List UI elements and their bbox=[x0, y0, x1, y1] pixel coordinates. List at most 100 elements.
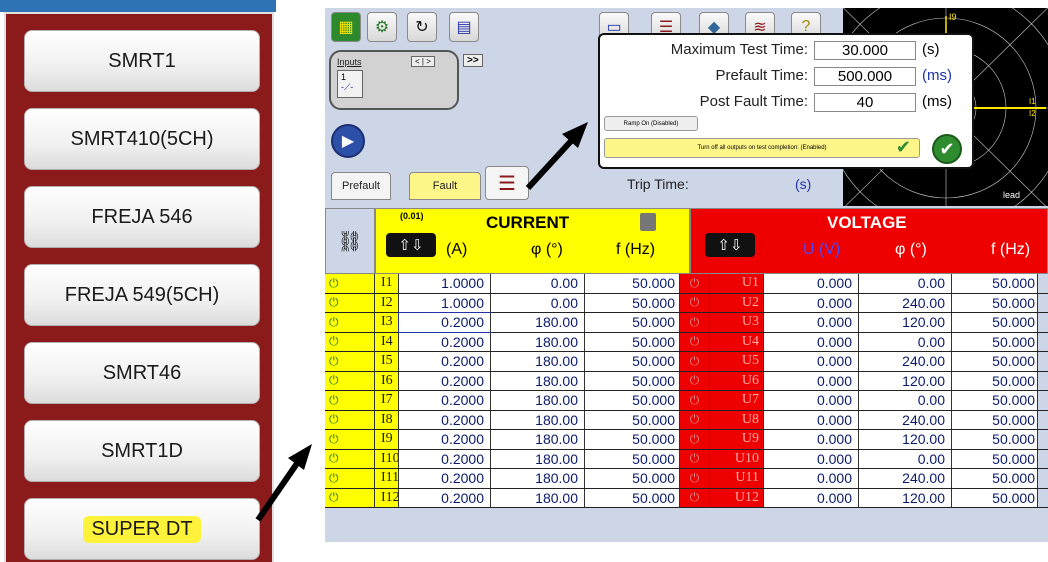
current-phase-cell[interactable]: 0.00 bbox=[491, 293, 585, 312]
current-frequency-cell[interactable]: 50.000 bbox=[585, 371, 680, 390]
post-fault-time-field[interactable]: 40 bbox=[814, 93, 916, 112]
current-frequency-cell[interactable]: 50.000 bbox=[585, 391, 680, 410]
current-amplitude-cell[interactable]: 0.2000 bbox=[399, 449, 491, 468]
voltage-phase-cell[interactable]: 120.00 bbox=[859, 313, 952, 332]
current-frequency-cell[interactable]: 50.000 bbox=[585, 488, 680, 507]
current-amplitude-cell[interactable]: 0.2000 bbox=[399, 410, 491, 429]
play-button[interactable]: ▶ bbox=[331, 124, 365, 158]
voltage-amplitude-cell[interactable]: 0.000 bbox=[764, 274, 859, 293]
sequence-list-button[interactable]: ☰ bbox=[485, 166, 529, 200]
current-phase-cell[interactable]: 0.00 bbox=[491, 274, 585, 293]
current-power-icon[interactable]: ⏻ bbox=[325, 488, 375, 507]
current-amplitude-cell[interactable]: 1.0000 bbox=[399, 274, 491, 293]
voltage-phase-cell[interactable]: 240.00 bbox=[859, 293, 952, 312]
report-table-icon[interactable]: ▤ bbox=[449, 12, 479, 42]
current-amplitude-cell[interactable]: 0.2000 bbox=[399, 469, 491, 488]
voltage-power-icon[interactable]: ⏻ bbox=[680, 449, 710, 468]
voltage-power-icon[interactable]: ⏻ bbox=[680, 430, 710, 449]
current-power-icon[interactable]: ⏻ bbox=[325, 293, 375, 312]
voltage-amplitude-cell[interactable]: 0.000 bbox=[764, 332, 859, 351]
current-amplitude-cell[interactable]: 0.2000 bbox=[398, 312, 492, 333]
voltage-power-icon[interactable]: ⏻ bbox=[680, 488, 710, 507]
device-button-smrt1[interactable]: SMRT1 bbox=[24, 30, 260, 92]
network-icon[interactable]: ▦ bbox=[331, 12, 361, 42]
current-frequency-cell[interactable]: 50.000 bbox=[585, 352, 680, 371]
voltage-power-icon[interactable]: ⏻ bbox=[680, 371, 710, 390]
voltage-phase-cell[interactable]: 240.00 bbox=[859, 352, 952, 371]
prefault-time-field[interactable]: 500.000 bbox=[814, 67, 916, 86]
current-power-icon[interactable]: ⏻ bbox=[325, 469, 375, 488]
current-power-icon[interactable]: ⏻ bbox=[325, 371, 375, 390]
current-phase-cell[interactable]: 180.00 bbox=[491, 469, 585, 488]
voltage-phase-cell[interactable]: 0.00 bbox=[859, 274, 952, 293]
voltage-power-icon[interactable]: ⏻ bbox=[680, 352, 710, 371]
device-button-smrt1d[interactable]: SMRT1D bbox=[24, 420, 260, 482]
voltage-frequency-cell[interactable]: 50.000 bbox=[952, 430, 1038, 449]
voltage-frequency-cell[interactable]: 50.000 bbox=[952, 274, 1038, 293]
voltage-amplitude-cell[interactable]: 0.000 bbox=[764, 469, 859, 488]
current-frequency-cell[interactable]: 50.000 bbox=[585, 430, 680, 449]
current-phase-cell[interactable]: 180.00 bbox=[491, 352, 585, 371]
current-amplitude-cell[interactable]: 0.2000 bbox=[399, 488, 491, 507]
current-phase-cell[interactable]: 180.00 bbox=[491, 313, 585, 332]
voltage-power-icon[interactable]: ⏻ bbox=[680, 410, 710, 429]
link-channels-icon[interactable]: ⛓ bbox=[325, 208, 375, 274]
voltage-frequency-cell[interactable]: 50.000 bbox=[952, 313, 1038, 332]
device-button-super-dt[interactable]: SUPER DT bbox=[24, 498, 260, 560]
voltage-phase-cell[interactable]: 0.00 bbox=[859, 391, 952, 410]
current-frequency-cell[interactable]: 50.000 bbox=[585, 274, 680, 293]
voltage-phase-cell[interactable]: 120.00 bbox=[859, 371, 952, 390]
current-amplitude-cell[interactable]: 0.2000 bbox=[399, 391, 491, 410]
voltage-amplitude-cell[interactable]: 0.000 bbox=[764, 313, 859, 332]
voltage-frequency-cell[interactable]: 50.000 bbox=[952, 332, 1038, 351]
current-frequency-cell[interactable]: 50.000 bbox=[585, 332, 680, 351]
voltage-power-icon[interactable]: ⏻ bbox=[680, 274, 710, 293]
current-power-icon[interactable]: ⏻ bbox=[325, 391, 375, 410]
tab-fault[interactable]: Fault bbox=[409, 172, 481, 200]
voltage-amplitude-cell[interactable]: 0.000 bbox=[764, 430, 859, 449]
current-power-icon[interactable]: ⏻ bbox=[325, 332, 375, 351]
current-phase-cell[interactable]: 180.00 bbox=[491, 449, 585, 468]
voltage-frequency-cell[interactable]: 50.000 bbox=[952, 488, 1038, 507]
input-prev-next[interactable]: < | > bbox=[411, 56, 435, 67]
current-amplitude-cell[interactable]: 0.2000 bbox=[399, 430, 491, 449]
voltage-frequency-cell[interactable]: 50.000 bbox=[952, 371, 1038, 390]
current-amplitude-cell[interactable]: 0.2000 bbox=[399, 371, 491, 390]
current-frequency-cell[interactable]: 50.000 bbox=[585, 313, 680, 332]
current-power-icon[interactable]: ⏻ bbox=[325, 430, 375, 449]
current-power-icon[interactable]: ⏻ bbox=[325, 410, 375, 429]
device-button-freja546[interactable]: FREJA 546 bbox=[24, 186, 260, 248]
turn-off-outputs-toggle[interactable]: Turn off all outputs on test completion:… bbox=[604, 137, 920, 158]
voltage-frequency-cell[interactable]: 50.000 bbox=[952, 352, 1038, 371]
max-test-time-field[interactable]: 30.000 bbox=[814, 41, 916, 60]
voltage-power-icon[interactable]: ⏻ bbox=[680, 293, 710, 312]
device-button-freja549[interactable]: FREJA 549(5CH) bbox=[24, 264, 260, 326]
voltage-amplitude-cell[interactable]: 0.000 bbox=[764, 391, 859, 410]
calculator-icon[interactable] bbox=[640, 213, 656, 231]
current-power-icon[interactable]: ⏻ bbox=[325, 313, 375, 332]
current-frequency-cell[interactable]: 50.000 bbox=[585, 410, 680, 429]
settings-gear-icon[interactable]: ⚙ bbox=[367, 12, 397, 42]
voltage-power-icon[interactable]: ⏻ bbox=[680, 332, 710, 351]
current-phase-cell[interactable]: 180.00 bbox=[491, 430, 585, 449]
voltage-amplitude-cell[interactable]: 0.000 bbox=[764, 352, 859, 371]
voltage-amplitude-cell[interactable]: 0.000 bbox=[764, 488, 859, 507]
confirm-button[interactable]: ✔ bbox=[932, 134, 962, 164]
current-power-icon[interactable]: ⏻ bbox=[325, 352, 375, 371]
input-switch-1[interactable]: 1 -⟋- bbox=[337, 70, 363, 98]
voltage-phase-cell[interactable]: 240.00 bbox=[859, 469, 952, 488]
refresh-icon[interactable]: ↻ bbox=[407, 12, 437, 42]
voltage-amplitude-cell[interactable]: 0.000 bbox=[764, 410, 859, 429]
current-phase-cell[interactable]: 180.00 bbox=[491, 488, 585, 507]
voltage-amplitude-cell[interactable]: 0.000 bbox=[764, 293, 859, 312]
ramp-toggle-button[interactable]: Ramp On (Disabled) bbox=[604, 116, 698, 131]
current-frequency-cell[interactable]: 50.000 bbox=[585, 293, 680, 312]
voltage-phase-cell[interactable]: 0.00 bbox=[859, 449, 952, 468]
device-button-smrt46[interactable]: SMRT46 bbox=[24, 342, 260, 404]
fast-forward-button[interactable]: >> bbox=[463, 54, 483, 67]
current-up-down-arrows-icon[interactable]: ⇧⇩ bbox=[386, 233, 436, 257]
current-phase-cell[interactable]: 180.00 bbox=[491, 371, 585, 390]
voltage-phase-cell[interactable]: 120.00 bbox=[859, 488, 952, 507]
voltage-phase-cell[interactable]: 240.00 bbox=[859, 410, 952, 429]
voltage-power-icon[interactable]: ⏻ bbox=[680, 469, 710, 488]
